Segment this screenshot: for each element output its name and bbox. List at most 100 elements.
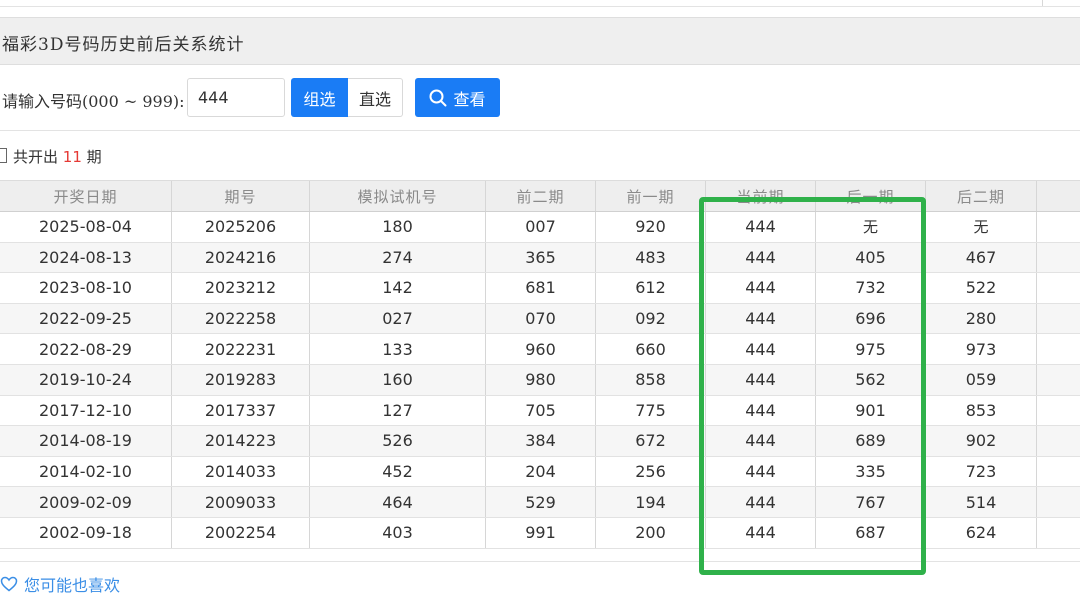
cell-prev-2: 705 bbox=[486, 395, 596, 426]
cell-current: 444 bbox=[706, 395, 816, 426]
cell-test-number: 464 bbox=[310, 487, 486, 517]
cell-prev-2: 681 bbox=[486, 273, 596, 303]
cell-extra bbox=[1037, 273, 1080, 303]
cell-next-2: 467 bbox=[926, 242, 1037, 273]
cell-draw-date: 2002-09-18 bbox=[0, 517, 172, 548]
history-table: 开奖日期 期号 模拟试机号 前二期 前一期 当前期 后一期 后二期 2025-0… bbox=[0, 180, 1080, 549]
cell-next-2: 059 bbox=[926, 364, 1037, 395]
cell-extra bbox=[1037, 518, 1080, 548]
cell-prev-2: 960 bbox=[486, 334, 596, 364]
cell-current: 444 bbox=[706, 487, 816, 517]
draw-count: 11 bbox=[62, 148, 82, 166]
search-button[interactable]: 查看 bbox=[415, 78, 500, 117]
cell-draw-date: 2009-02-09 bbox=[0, 487, 172, 517]
cell-next-1: 901 bbox=[816, 395, 926, 426]
mode-toggle: 组选 直选 bbox=[291, 78, 403, 117]
number-input[interactable] bbox=[187, 78, 285, 117]
cell-extra bbox=[1037, 243, 1080, 273]
cell-draw-date: 2023-08-10 bbox=[0, 273, 172, 303]
cell-test-number: 274 bbox=[310, 242, 486, 273]
table-row: 2025-08-04 2025206 180 007 920 444 无无 bbox=[0, 212, 1080, 243]
query-row: 请输入号码(000 ~ 999): 组选 直选 查看 bbox=[0, 78, 1080, 118]
cell-current: 444 bbox=[706, 364, 816, 395]
cell-prev-1: 194 bbox=[596, 487, 706, 517]
table-body: 2025-08-04 2025206 180 007 920 444 无无 2024-08-1… bbox=[0, 212, 1080, 549]
header-prev-2: 前二期 bbox=[486, 181, 596, 211]
cell-prev-2: 070 bbox=[486, 303, 596, 334]
cell-draw-date: 2025-08-04 bbox=[0, 212, 172, 242]
cell-current: 444 bbox=[706, 273, 816, 303]
cell-extra bbox=[1037, 334, 1080, 364]
cell-prev-1: 660 bbox=[596, 334, 706, 364]
top-rule bbox=[0, 0, 1080, 7]
title-bar: 福彩3D号码历史前后关系统计 bbox=[0, 17, 1080, 65]
cell-prev-1: 256 bbox=[596, 456, 706, 487]
table-row: 2014-08-19 2014223 526 384 672 444 689 902 bbox=[0, 426, 1080, 457]
direct-select-button[interactable]: 直选 bbox=[348, 78, 403, 117]
table-row: 2022-08-29 2022231 133 960 660 444 975 973 bbox=[0, 334, 1080, 365]
cell-extra bbox=[1037, 365, 1080, 395]
cell-next-1: 767 bbox=[816, 487, 926, 517]
header-issue: 期号 bbox=[172, 181, 310, 211]
cell-test-number: 142 bbox=[310, 273, 486, 303]
table-row: 2017-12-10 2017337 127 705 775 444 901 853 bbox=[0, 395, 1080, 427]
cell-next-1: 335 bbox=[816, 456, 926, 487]
cell-next-1: 732 bbox=[816, 273, 926, 303]
cell-test-number: 133 bbox=[310, 334, 486, 364]
cell-next-1: 687 bbox=[816, 517, 926, 548]
cell-next-2: 522 bbox=[926, 273, 1037, 303]
divider bbox=[0, 561, 1080, 562]
cell-issue: 2014223 bbox=[172, 426, 310, 456]
cell-draw-date: 2024-08-13 bbox=[0, 242, 172, 273]
cell-next-2: 853 bbox=[926, 395, 1037, 426]
cell-next-1: 无 bbox=[816, 212, 926, 242]
cell-draw-date: 2014-02-10 bbox=[0, 456, 172, 487]
cell-prev-1: 612 bbox=[596, 273, 706, 303]
cell-extra bbox=[1037, 426, 1080, 456]
cell-test-number: 127 bbox=[310, 395, 486, 426]
table-row: 2002-09-18 2002254 403 991 200 444 687 624 bbox=[0, 517, 1080, 549]
cell-next-2: 973 bbox=[926, 334, 1037, 364]
cell-draw-date: 2019-10-24 bbox=[0, 364, 172, 395]
summary-line: 共开出 11 期 bbox=[0, 146, 102, 167]
header-extra bbox=[1037, 181, 1080, 211]
summary-suffix: 期 bbox=[86, 148, 102, 166]
cell-prev-2: 204 bbox=[486, 456, 596, 487]
cell-issue: 2019283 bbox=[172, 364, 310, 395]
cell-prev-2: 007 bbox=[486, 212, 596, 242]
cell-current: 444 bbox=[706, 242, 816, 273]
cell-next-2: 无 bbox=[926, 212, 1037, 242]
cell-next-1: 689 bbox=[816, 426, 926, 456]
header-test-number: 模拟试机号 bbox=[310, 181, 486, 211]
cell-next-2: 624 bbox=[926, 517, 1037, 548]
cell-issue: 2022258 bbox=[172, 303, 310, 334]
favorites-link[interactable]: 您可能也喜欢 bbox=[0, 572, 120, 596]
cell-issue: 2002254 bbox=[172, 517, 310, 548]
summary-marker-icon bbox=[0, 148, 7, 163]
cell-next-1: 405 bbox=[816, 242, 926, 273]
cell-current: 444 bbox=[706, 426, 816, 456]
cell-issue: 2017337 bbox=[172, 395, 310, 426]
cell-draw-date: 2017-12-10 bbox=[0, 395, 172, 426]
cell-test-number: 403 bbox=[310, 517, 486, 548]
cell-test-number: 452 bbox=[310, 456, 486, 487]
group-select-button[interactable]: 组选 bbox=[291, 78, 348, 117]
cell-next-1: 562 bbox=[816, 364, 926, 395]
cell-current: 444 bbox=[706, 212, 816, 242]
cell-prev-1: 775 bbox=[596, 395, 706, 426]
cell-prev-2: 365 bbox=[486, 242, 596, 273]
cell-extra bbox=[1037, 212, 1080, 242]
cell-next-2: 723 bbox=[926, 456, 1037, 487]
cell-prev-1: 858 bbox=[596, 364, 706, 395]
cell-draw-date: 2022-09-25 bbox=[0, 303, 172, 334]
header-next-1: 后一期 bbox=[816, 181, 926, 211]
header-next-2: 后二期 bbox=[926, 181, 1037, 211]
table-row: 2022-09-25 2022258 027 070 092 444 696 280 bbox=[0, 303, 1080, 335]
table-row: 2014-02-10 2014033 452 204 256 444 335 723 bbox=[0, 456, 1080, 488]
cell-test-number: 180 bbox=[310, 212, 486, 242]
favorites-label: 您可能也喜欢 bbox=[24, 576, 121, 595]
cell-next-2: 280 bbox=[926, 303, 1037, 334]
cell-prev-2: 384 bbox=[486, 426, 596, 456]
cell-current: 444 bbox=[706, 517, 816, 548]
table-row: 2024-08-13 2024216 274 365 483 444 405 467 bbox=[0, 242, 1080, 274]
